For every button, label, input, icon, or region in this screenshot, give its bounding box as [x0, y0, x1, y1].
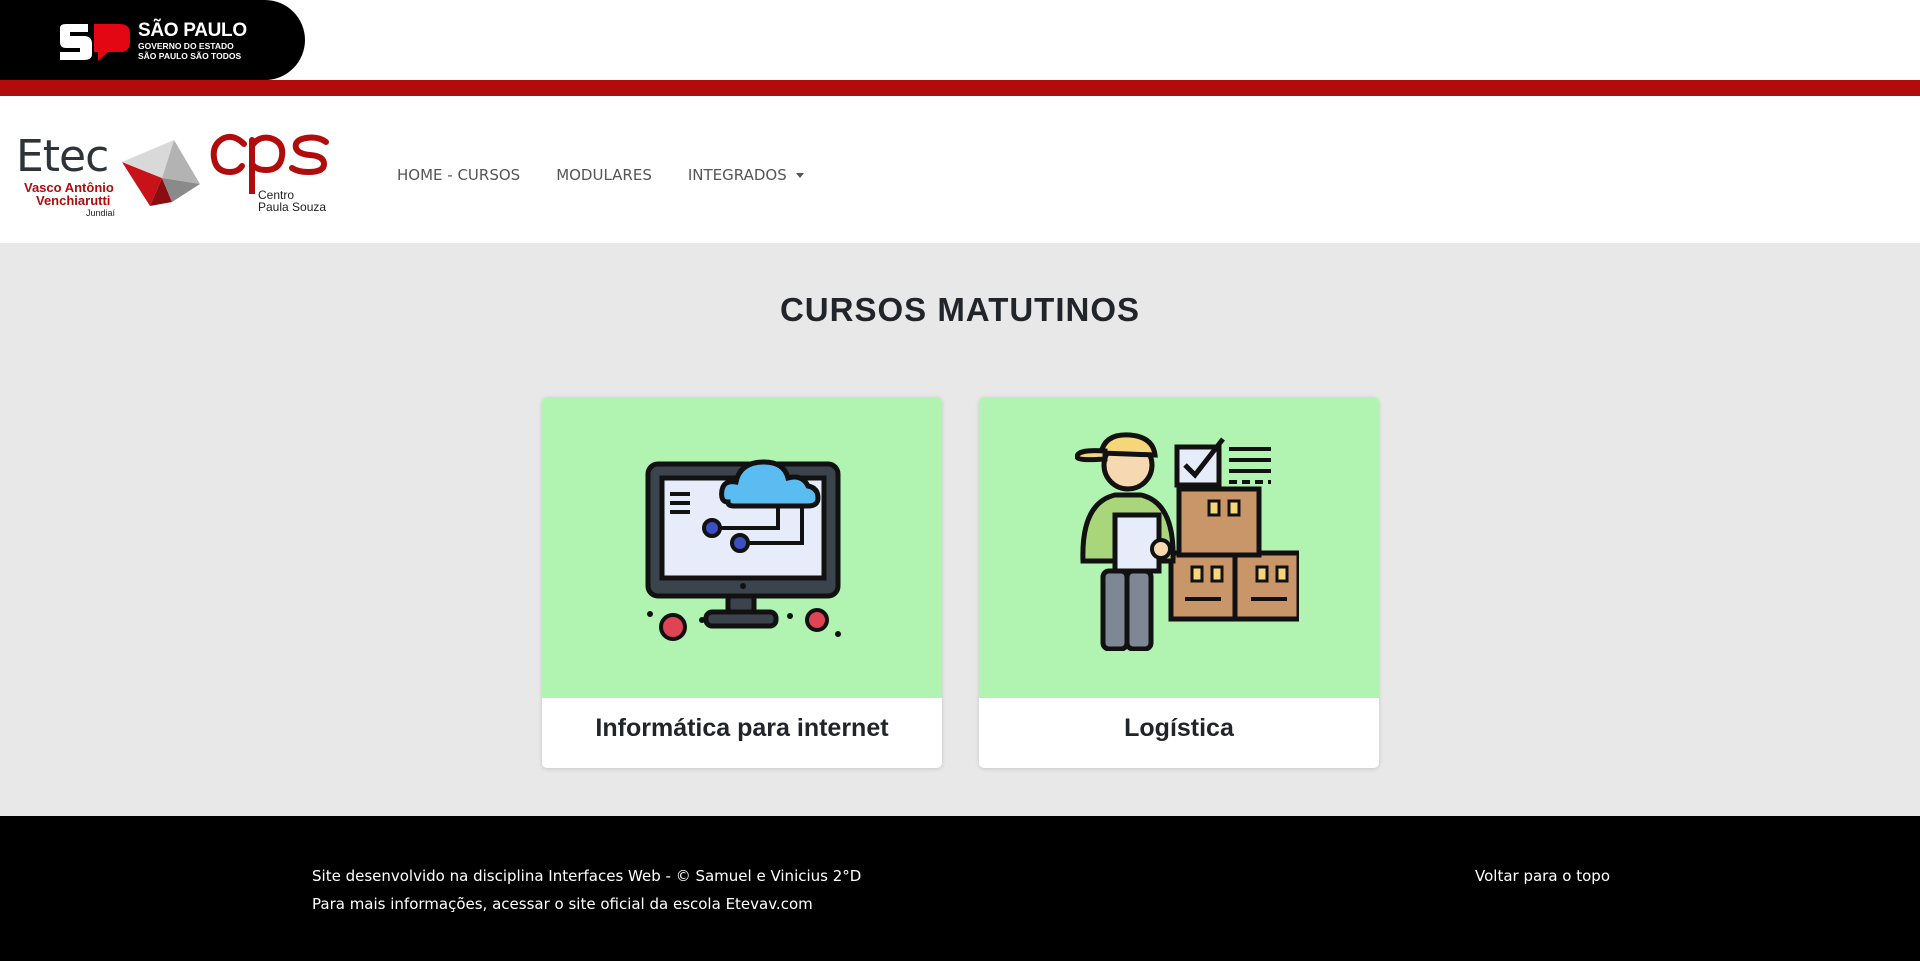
- footer-info: Para mais informações, acessar o site of…: [312, 895, 813, 913]
- gov-subtitle: GOVERNO DO ESTADO: [138, 41, 234, 51]
- course-card-logistica[interactable]: Logística: [979, 397, 1379, 768]
- red-divider-stripe: [0, 80, 1920, 96]
- card-title: Informática para internet: [595, 714, 889, 742]
- gov-slogan: SÃO PAULO SÃO TODOS: [138, 51, 242, 61]
- nav-modulares-label: MODULARES: [556, 166, 652, 184]
- delivery-worker-boxes-icon: [1075, 432, 1299, 651]
- nav-modulares[interactable]: MODULARES: [556, 166, 652, 184]
- card-title: Logística: [1124, 714, 1234, 742]
- gov-header-bar: SÃO PAULO GOVERNO DO ESTADO SÃO PAULO SÃ…: [0, 0, 1920, 80]
- etec-logo-line2: Venchiarutti: [36, 193, 111, 208]
- back-to-top-link[interactable]: Voltar para o topo: [1475, 867, 1610, 885]
- etec-star-icon: [122, 140, 200, 206]
- computer-cloud-icon: [645, 459, 841, 641]
- nav-integrados-dropdown[interactable]: INTEGRADOS: [688, 166, 804, 184]
- footer-info-text: Para mais informações, acessar o site of…: [312, 895, 726, 913]
- nav-home-cursos-label: HOME - CURSOS: [397, 166, 521, 184]
- course-card-informatica[interactable]: Informática para internet: [542, 397, 942, 768]
- sp-logo-icon: [60, 24, 130, 61]
- nav-home-cursos[interactable]: HOME - CURSOS: [397, 166, 520, 184]
- gov-state-name: SÃO PAULO: [138, 20, 247, 41]
- card-image: [979, 397, 1379, 698]
- cps-logo-line2: Paula Souza: [258, 200, 327, 214]
- footer: Site desenvolvido na disciplina Interfac…: [0, 816, 1920, 961]
- cps-logo[interactable]: Centro Paula Souza: [208, 132, 334, 216]
- school-site-link[interactable]: Etevav.com: [726, 895, 813, 913]
- nav-links: HOME - CURSOS MODULARES INTEGRADOS: [397, 166, 840, 184]
- caret-down-icon: [795, 172, 804, 178]
- cps-logo-icon: [210, 133, 329, 194]
- card-image: [542, 397, 942, 698]
- etec-logo-city: Jundiaí: [86, 208, 116, 218]
- nav-integrados-label: INTEGRADOS: [687, 166, 787, 184]
- page-title: CURSOS MATUTINOS: [779, 291, 1141, 328]
- navbar: Etec Vasco Antônio Venchiarutti Jundiaí …: [0, 96, 1920, 243]
- etec-logo-word: Etec: [16, 131, 109, 182]
- gov-logo[interactable]: SÃO PAULO GOVERNO DO ESTADO SÃO PAULO SÃ…: [0, 0, 305, 80]
- footer-credits: Site desenvolvido na disciplina Interfac…: [312, 867, 862, 885]
